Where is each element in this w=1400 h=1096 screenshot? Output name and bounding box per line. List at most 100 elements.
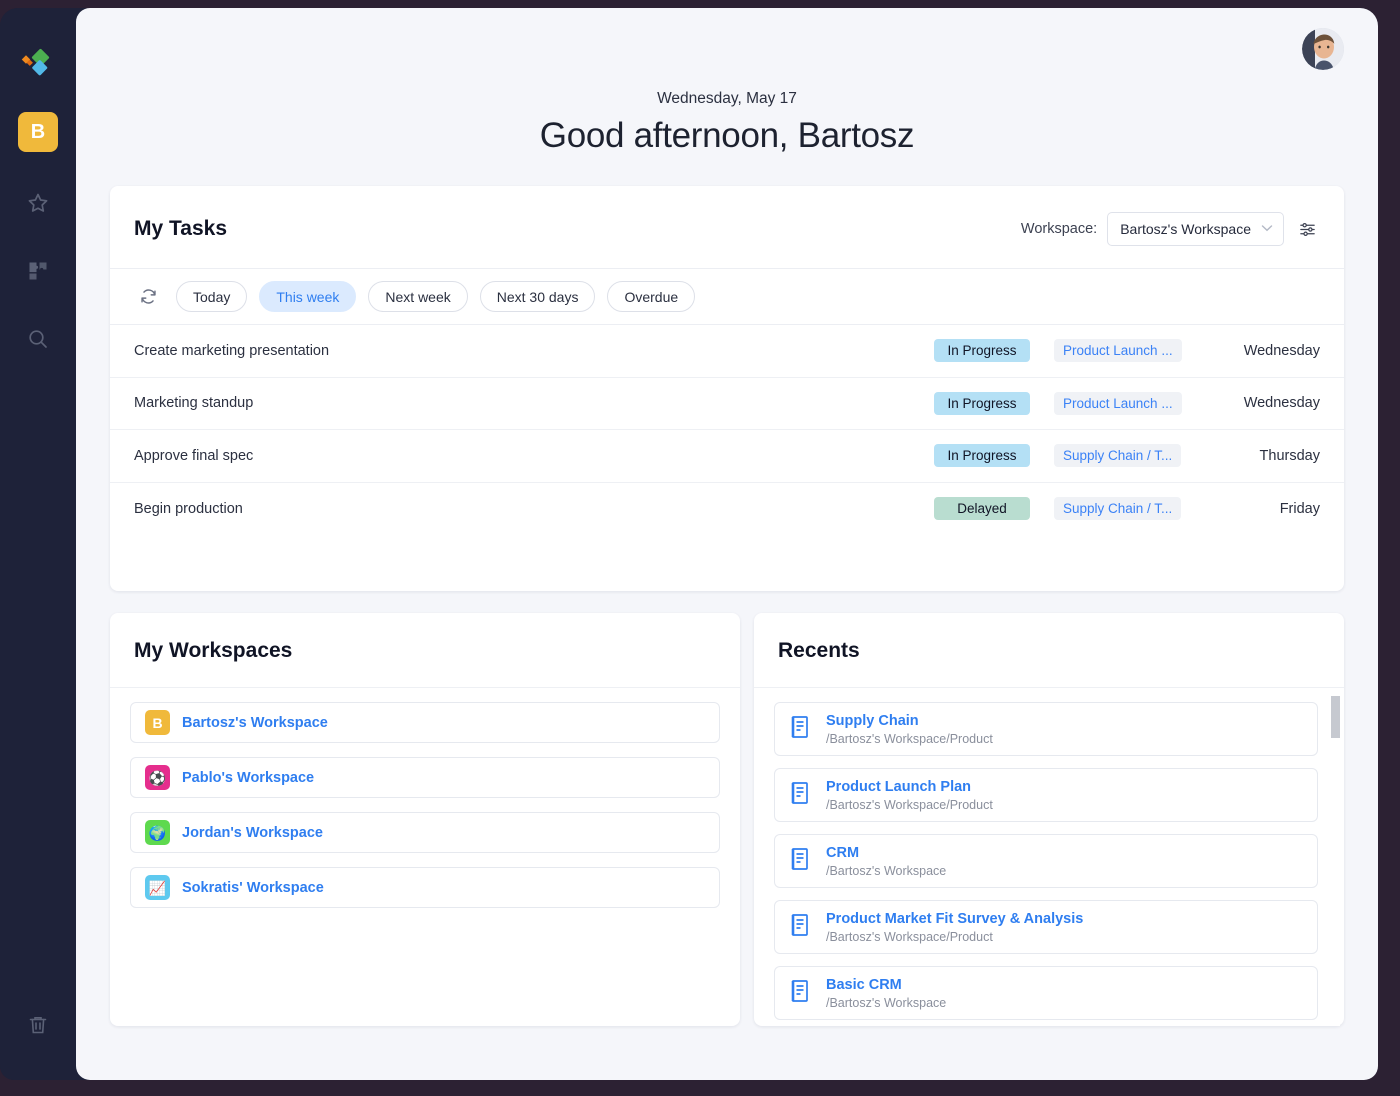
workspace-label: Workspace:: [1020, 221, 1098, 237]
recent-path: /Bartosz's Workspace/Product: [826, 929, 993, 944]
chip-today[interactable]: Today: [176, 281, 248, 312]
table-row[interactable]: Begin production Delayed Supply Chain / …: [110, 483, 1344, 536]
avatar-photo: [1302, 28, 1344, 70]
workspace-glyph: B: [152, 714, 163, 731]
workspace-select-value: Bartosz's Workspace: [1120, 221, 1251, 237]
recent-text: Product Launch Plan /Bartosz's Workspace…: [826, 779, 993, 812]
recent-title: Product Launch Plan: [826, 778, 972, 795]
task-location-link[interactable]: Product Launch ...: [1054, 339, 1182, 363]
sidebar-item-search[interactable]: [17, 318, 59, 360]
recent-path: /Bartosz's Workspace: [826, 863, 947, 878]
task-filter-button[interactable]: [1294, 216, 1320, 242]
document-icon: [789, 714, 813, 745]
rail-workspace-tile[interactable]: B: [18, 112, 58, 152]
left-rail: B: [0, 8, 76, 1080]
my-workspaces-header: My Workspaces: [110, 613, 740, 688]
sidebar-item-integrations[interactable]: [17, 250, 59, 292]
table-row[interactable]: Marketing standup In Progress Product La…: [110, 378, 1344, 430]
recent-path: /Bartosz's Workspace/Product: [826, 797, 993, 812]
task-status-cell: In Progress: [916, 339, 1048, 363]
list-item[interactable]: Product Market Fit Survey & Analysis /Ba…: [774, 900, 1318, 954]
recents-scrollbar[interactable]: [1331, 688, 1340, 1026]
chip-next-30-days[interactable]: Next 30 days: [479, 281, 596, 312]
recents-header: Recents: [754, 613, 1344, 688]
list-item[interactable]: B Bartosz's Workspace: [130, 702, 720, 743]
workspace-glyph: 📈: [148, 879, 167, 896]
task-status-cell: In Progress: [916, 391, 1048, 415]
chip-this-week[interactable]: This week: [259, 281, 357, 312]
device-frame: B Wednesday, May 17 Good afternoon, Bart…: [0, 0, 1400, 1096]
task-list-filler: [110, 535, 1344, 591]
workspace-select[interactable]: Bartosz's Workspace: [1107, 212, 1284, 246]
app-window: B Wednesday, May 17 Good afternoon, Bart…: [0, 8, 1378, 1080]
main-canvas: Wednesday, May 17 Good afternoon, Bartos…: [76, 8, 1378, 1080]
workspace-name: Jordan's Workspace: [182, 824, 323, 841]
soccer-ball-icon: ⚽: [145, 765, 170, 790]
trash-icon: [29, 1017, 47, 1034]
task-location-link[interactable]: Product Launch ...: [1054, 391, 1182, 415]
recents-scrollbar-thumb[interactable]: [1331, 696, 1340, 738]
list-item[interactable]: CRM /Bartosz's Workspace: [774, 834, 1318, 888]
recent-text: CRM /Bartosz's Workspace: [826, 845, 946, 878]
task-location-cell: Supply Chain / T...: [1048, 497, 1202, 521]
workspace-glyph: 🌍: [148, 824, 167, 841]
task-location-link[interactable]: Supply Chain / T...: [1054, 497, 1182, 521]
recent-path: /Bartosz's Workspace/Product: [826, 731, 993, 746]
refresh-tasks-button[interactable]: [134, 283, 162, 311]
status-badge: In Progress: [934, 444, 1030, 468]
recent-path: /Bartosz's Workspace: [826, 995, 947, 1010]
recent-title: Product Market Fit Survey & Analysis: [826, 910, 1084, 927]
document-icon: [789, 780, 813, 811]
list-item[interactable]: ⚽ Pablo's Workspace: [130, 757, 720, 798]
chevron-down-icon: [1261, 223, 1273, 235]
my-workspaces-title: My Workspaces: [134, 639, 293, 662]
task-name: Approve final spec: [134, 447, 254, 464]
status-badge: In Progress: [934, 391, 1030, 415]
document-icon: [789, 978, 813, 1009]
sidebar-item-trash[interactable]: [17, 1004, 59, 1046]
recents-list: Supply Chain /Bartosz's Workspace/Produc…: [754, 688, 1344, 1026]
task-due-day: Thursday: [1259, 447, 1320, 464]
list-item[interactable]: Basic CRM /Bartosz's Workspace: [774, 966, 1318, 1020]
list-item[interactable]: Product Launch Plan /Bartosz's Workspace…: [774, 768, 1318, 822]
current-date: Wednesday, May 17: [657, 90, 797, 107]
search-icon: [29, 330, 47, 348]
status-badge: In Progress: [934, 339, 1030, 363]
task-filter-chips: Today This week Next week Next 30 days O…: [110, 268, 1344, 325]
list-item[interactable]: 📈 Sokratis' Workspace: [130, 867, 720, 908]
task-status-cell: In Progress: [916, 444, 1048, 468]
recent-title: Basic CRM: [826, 976, 902, 993]
app-logo[interactable]: [18, 44, 58, 84]
document-icon: [789, 846, 813, 877]
task-due-day: Wednesday: [1243, 395, 1320, 412]
recent-title: Supply Chain: [826, 712, 919, 729]
user-avatar[interactable]: [1302, 28, 1344, 70]
workspace-picker: Workspace: Bartosz's Workspace: [1021, 212, 1320, 246]
table-row[interactable]: Approve final spec In Progress Supply Ch…: [110, 430, 1344, 483]
my-workspaces-list: B Bartosz's Workspace ⚽ Pablo's Workspac…: [110, 688, 740, 1026]
workspace-glyph: ⚽: [148, 769, 167, 786]
task-due-day: Friday: [1279, 500, 1320, 517]
table-row[interactable]: Create marketing presentation In Progres…: [110, 325, 1344, 378]
task-location-cell: Supply Chain / T...: [1048, 444, 1202, 468]
recent-text: Supply Chain /Bartosz's Workspace/Produc…: [826, 713, 993, 746]
chart-icon: 📈: [145, 875, 170, 900]
workspace-name: Sokratis' Workspace: [182, 879, 324, 896]
bottom-panels: My Workspaces B Bartosz's Workspace ⚽ Pa…: [110, 613, 1344, 1026]
list-item[interactable]: Supply Chain /Bartosz's Workspace/Produc…: [774, 702, 1318, 756]
chip-next-week[interactable]: Next week: [368, 281, 468, 312]
my-workspaces-panel: My Workspaces B Bartosz's Workspace ⚽ Pa…: [110, 613, 740, 1026]
rail-workspace-initial: B: [30, 120, 46, 143]
list-item[interactable]: 🌍 Jordan's Workspace: [130, 812, 720, 853]
globe-icon: 🌍: [145, 820, 170, 845]
page-title: Good afternoon, Bartosz: [539, 116, 915, 155]
task-location-link[interactable]: Supply Chain / T...: [1054, 444, 1182, 468]
task-name: Begin production: [134, 500, 243, 517]
sidebar-item-favorites[interactable]: [17, 182, 59, 224]
recents-title: Recents: [778, 639, 860, 662]
refresh-icon: [140, 289, 156, 304]
chip-overdue[interactable]: Overdue: [607, 281, 696, 312]
greeting-block: Wednesday, May 17 Good afternoon, Bartos…: [110, 90, 1344, 186]
task-location-cell: Product Launch ...: [1048, 391, 1202, 415]
top-bar: [110, 8, 1344, 90]
